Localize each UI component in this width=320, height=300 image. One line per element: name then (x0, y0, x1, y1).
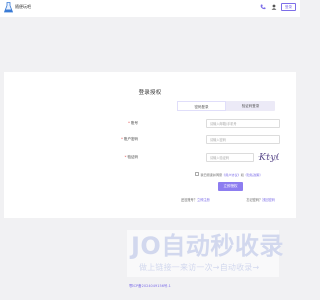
privacy-policy-link[interactable]: 《隐私政策》 (244, 172, 263, 177)
captcha-label: * 验证码 (124, 155, 138, 159)
user-agreement-link[interactable]: 《用户协议》 (222, 172, 241, 177)
tab-password-login[interactable]: 密码登录 (177, 101, 226, 111)
agree-text: 我已阅读并同意 (200, 172, 223, 177)
submit-button[interactable]: 立即授权 (218, 182, 243, 191)
captcha-code: KtyC (258, 153, 279, 163)
account-input[interactable]: 请输入邮箱/手机号 (206, 119, 280, 128)
tab-code-login[interactable]: 验证码登录 (226, 101, 275, 111)
watermark-banner: JO自动秒收录 做上链接一来访一次→自动收录→ (127, 230, 284, 277)
register-prompt: 还没账号？立即注册 (181, 197, 210, 202)
account-label: * 账号 (128, 121, 138, 125)
user-icon[interactable] (270, 3, 278, 11)
reset-password-link[interactable]: 找回密码 (262, 198, 275, 202)
register-link[interactable]: 立即注册 (197, 198, 210, 202)
watermark-slogan: 做上链接一来访一次→自动收录→ (139, 263, 260, 272)
page-title: 登录授权 (138, 90, 162, 96)
agree-checkbox[interactable] (195, 172, 199, 176)
login-panel: 登录授权 密码登录 验证码登录 * 账号 请输入邮箱/手机号 * 账户密码 请输… (4, 72, 296, 218)
site-name[interactable]: 随便玩吧 (15, 4, 31, 10)
icp-link[interactable]: 鄂ICP备2024049156号-1 (0, 284, 300, 289)
top-actions: 登录 (259, 3, 296, 11)
captcha-image[interactable]: KtyC (257, 151, 279, 163)
forgot-prompt: 忘记密码？找回密码 (246, 197, 275, 202)
header-login-button[interactable]: 登录 (281, 3, 296, 11)
forgot-text: 忘记密码？ (246, 198, 263, 202)
agreement-row: 我已阅读并同意 《用户协议》 和 《隐私政策》 (195, 171, 262, 177)
password-input[interactable]: 请输入密码 (206, 135, 280, 144)
login-tabs: 密码登录 验证码登录 (177, 101, 275, 111)
captcha-input[interactable]: 请输入验证码 (206, 153, 254, 162)
password-label: * 账户密码 (121, 137, 138, 141)
no-account-text: 还没账号？ (181, 198, 197, 202)
phone-icon[interactable] (259, 3, 267, 11)
watermark-brand: JO自动秒收录 (131, 232, 284, 260)
flask-logo-icon[interactable] (4, 2, 13, 13)
top-bar: 随便玩吧 登录 (0, 0, 300, 17)
